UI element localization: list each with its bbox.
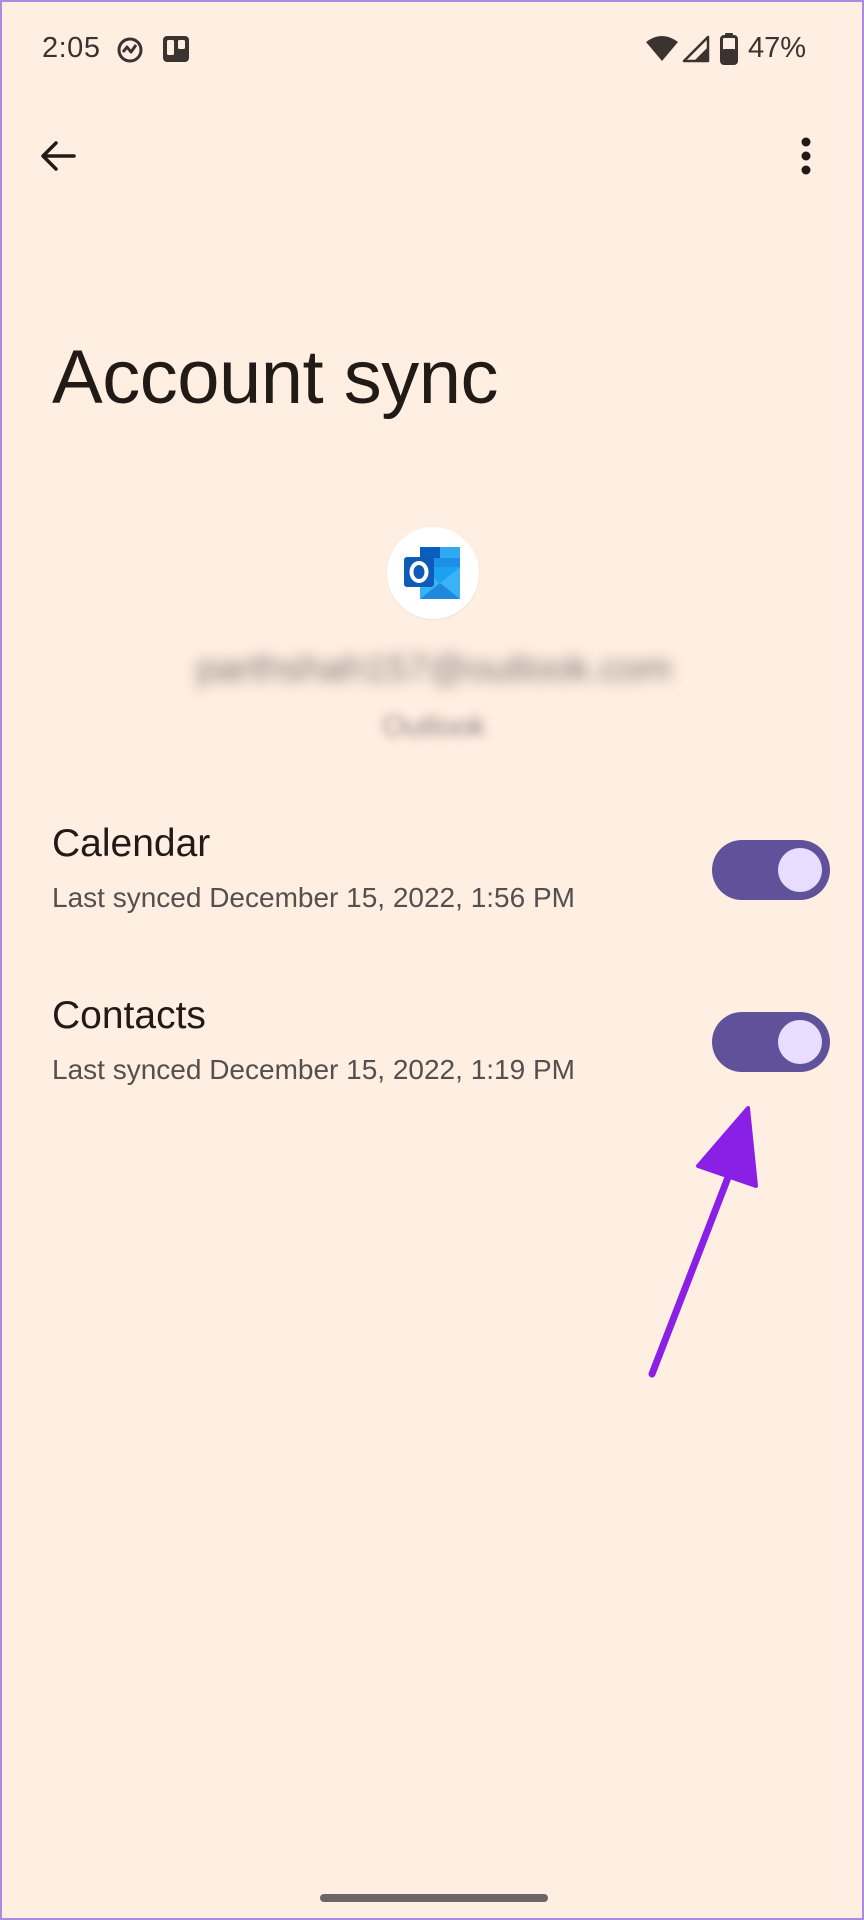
app-bar [2, 112, 862, 198]
more-vert-icon [801, 137, 811, 175]
account-email: parthshah157@outlook.com [196, 648, 672, 690]
toggle-knob [778, 1020, 822, 1064]
toggle-knob [778, 848, 822, 892]
activity-icon [115, 35, 145, 70]
gesture-navigation-bar[interactable] [320, 1894, 548, 1902]
trello-icon [162, 35, 190, 68]
more-options-button[interactable] [776, 126, 836, 186]
status-time: 2:05 [42, 32, 101, 64]
page-title: Account sync [52, 335, 499, 420]
outlook-logo-icon [404, 547, 460, 599]
sync-item-contacts[interactable]: Contacts Last synced December 15, 2022, … [2, 974, 862, 1114]
sync-item-label: Contacts [52, 994, 206, 1037]
sync-item-calendar[interactable]: Calendar Last synced December 15, 2022, … [2, 802, 862, 942]
sync-item-label: Calendar [52, 822, 211, 865]
battery-percentage: 47% [747, 32, 806, 64]
signal-icon [682, 35, 710, 68]
account-avatar [387, 527, 479, 619]
sync-item-status: Last synced December 15, 2022, 1:56 PM [52, 882, 575, 913]
contacts-sync-toggle[interactable] [712, 1012, 830, 1072]
back-button[interactable] [28, 126, 88, 186]
calendar-sync-toggle[interactable] [712, 840, 830, 900]
battery-icon [720, 33, 738, 70]
annotation-arrow-icon [648, 1106, 758, 1378]
arrow-back-icon [41, 141, 76, 171]
wifi-icon [645, 35, 679, 68]
account-type: Outlook [382, 710, 486, 743]
sync-item-status: Last synced December 15, 2022, 1:19 PM [52, 1054, 575, 1085]
status-bar: 2:05 47% [2, 2, 862, 98]
